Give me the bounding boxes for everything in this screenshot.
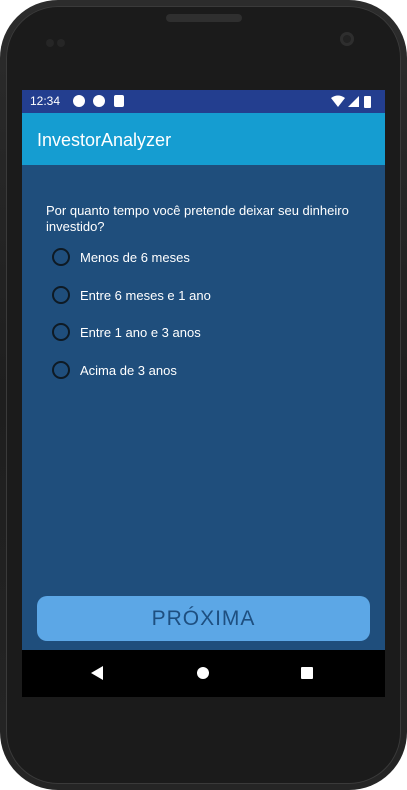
sensor-dots — [46, 34, 68, 47]
app-title: InvestorAnalyzer — [37, 130, 172, 150]
front-camera — [340, 32, 354, 46]
back-icon[interactable] — [91, 666, 103, 680]
question-panel: Por quanto tempo você pretende deixar se… — [22, 165, 385, 650]
option-label: Entre 6 meses e 1 ano — [80, 288, 211, 303]
sd-card-icon — [114, 95, 124, 107]
radio-button[interactable] — [52, 248, 70, 266]
status-time: 12:34 — [30, 94, 61, 108]
shield-icon — [93, 95, 105, 107]
signal-icon — [348, 96, 359, 107]
app-bar: InvestorAnalyzer — [22, 113, 385, 165]
battery-icon — [364, 96, 371, 108]
option-menos-de-6-meses[interactable]: Menos de 6 meses — [52, 247, 312, 269]
wifi-icon — [331, 95, 345, 107]
option-acima-de-3-anos[interactable]: Acima de 3 anos — [52, 360, 312, 382]
status-bar: 12:34 — [22, 90, 385, 113]
home-icon[interactable] — [197, 667, 209, 679]
option-entre-6-meses-e-1-ano[interactable]: Entre 6 meses e 1 ano — [52, 285, 312, 307]
radio-button[interactable] — [52, 361, 70, 379]
option-label: Menos de 6 meses — [80, 250, 190, 265]
recents-icon[interactable] — [301, 667, 313, 679]
radio-button[interactable] — [52, 286, 70, 304]
screen: 12:34 InvestorAnalyzer Por quanto tempo … — [22, 90, 385, 697]
radio-button[interactable] — [52, 323, 70, 341]
option-label: Entre 1 ano e 3 anos — [80, 325, 201, 340]
play-circle-icon — [73, 95, 85, 107]
next-button[interactable]: PRÓXIMA — [37, 596, 370, 641]
speaker-grille — [166, 14, 242, 22]
phone-frame: 12:34 InvestorAnalyzer Por quanto tempo … — [0, 0, 407, 790]
option-label: Acima de 3 anos — [80, 363, 177, 378]
question-text: Por quanto tempo você pretende deixar se… — [46, 203, 349, 234]
status-right-icons — [331, 95, 371, 108]
navigation-bar — [22, 650, 385, 697]
option-entre-1-ano-e-3-anos[interactable]: Entre 1 ano e 3 anos — [52, 322, 312, 344]
